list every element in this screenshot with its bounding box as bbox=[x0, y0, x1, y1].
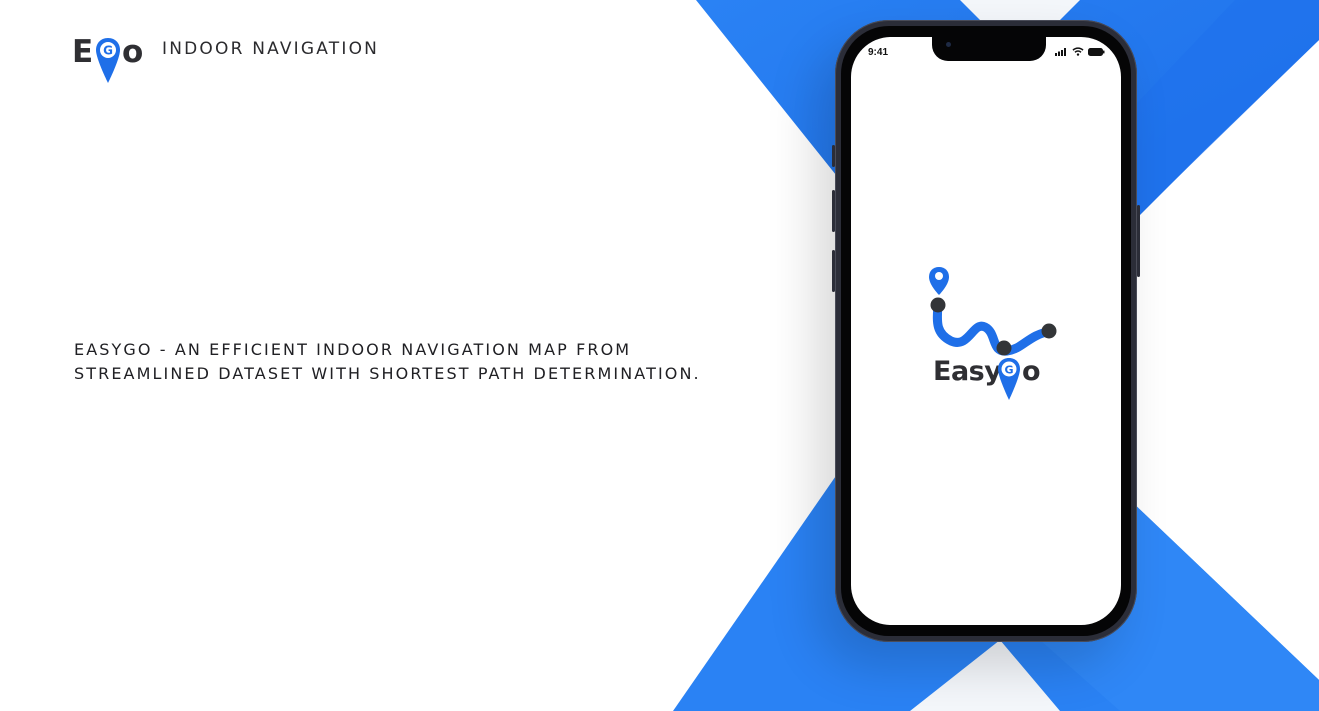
splash-app-name-end: o bbox=[1022, 356, 1041, 387]
location-pin-icon: G bbox=[96, 38, 120, 83]
brand-logo-letter-e: E bbox=[72, 34, 94, 70]
headline-line-2: STREAMLINED DATASET WITH SHORTEST PATH D… bbox=[74, 364, 701, 383]
splash-pin-letter: G bbox=[1004, 364, 1013, 377]
brand-logo-letter-g: G bbox=[103, 44, 113, 58]
phone-silent-switch bbox=[832, 145, 835, 167]
phone-screen[interactable]: 9:41 Easy G o bbox=[851, 37, 1121, 625]
headline: EASYGO - AN EFFICIENT INDOOR NAVIGATION … bbox=[74, 338, 794, 386]
brand-header: E G o INDOOR NAVIGATION bbox=[72, 34, 377, 86]
phone-notch bbox=[932, 37, 1046, 61]
phone-mockup: 9:41 Easy G o bbox=[832, 20, 1140, 642]
wifi-icon bbox=[1072, 47, 1084, 56]
front-camera bbox=[946, 42, 951, 47]
brand-logo-letter-o: o bbox=[122, 34, 144, 70]
phone-volume-up-button bbox=[832, 190, 835, 232]
phone-bezel: 9:41 Easy G o bbox=[841, 26, 1131, 636]
splash-app-name: Easy bbox=[933, 356, 1002, 387]
brand-title: INDOOR NAVIGATION bbox=[162, 39, 380, 59]
location-pin-icon: G bbox=[998, 358, 1020, 400]
headline-line-1: EASYGO - AN EFFICIENT INDOOR NAVIGATION … bbox=[74, 340, 632, 359]
phone-power-button bbox=[1137, 205, 1140, 277]
status-icons bbox=[1055, 47, 1105, 56]
battery-icon bbox=[1088, 47, 1105, 56]
brand-logo[interactable]: E G o bbox=[72, 34, 146, 86]
phone-volume-down-button bbox=[832, 250, 835, 292]
signal-icon bbox=[1055, 47, 1066, 56]
status-time: 9:41 bbox=[868, 47, 889, 58]
